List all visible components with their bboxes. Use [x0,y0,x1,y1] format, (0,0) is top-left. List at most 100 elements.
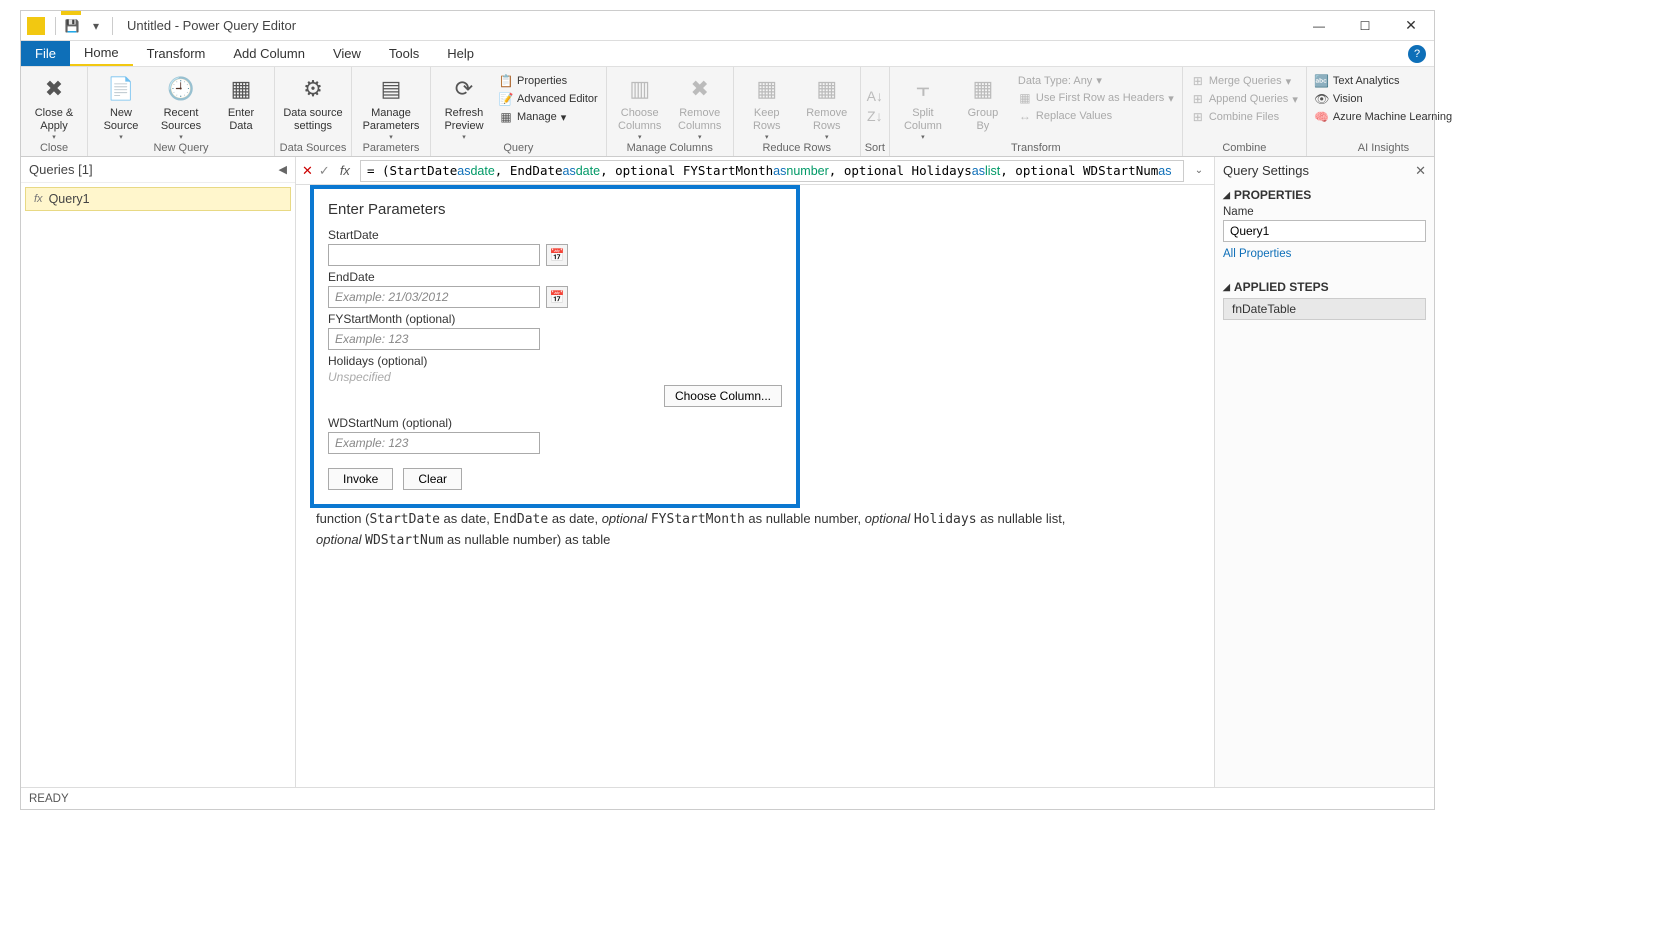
choose-columns-button[interactable]: ▥Choose Columns▾ [611,69,669,142]
remove-columns-icon: ✖ [684,73,716,105]
applied-step-item[interactable]: fnDateTable [1223,298,1426,320]
headers-icon: ▦ [1018,91,1032,105]
fx-icon[interactable]: fx [336,163,354,178]
data-source-settings-button[interactable]: ⚙Data source settings [279,69,347,132]
group-ai-label: AI Insights [1311,142,1456,156]
query-item[interactable]: fx Query1 [25,187,291,211]
tab-transform[interactable]: Transform [133,41,220,66]
collapse-properties-icon[interactable]: ◢ [1223,190,1230,201]
close-settings-icon[interactable]: ✕ [1415,163,1426,179]
startdate-input[interactable] [328,244,540,266]
group-by-icon: ▦ [967,73,999,105]
manage-parameters-button[interactable]: ▤Manage Parameters▾ [356,69,426,142]
maximize-button[interactable]: ☐ [1342,11,1388,41]
settings-title: Query Settings [1223,163,1426,178]
data-source-label: Data source settings [283,107,342,132]
keep-rows-button[interactable]: ▦Keep Rows▾ [738,69,796,142]
azure-ml-button[interactable]: 🧠Azure Machine Learning [1311,109,1456,125]
group-combine-label: Combine [1187,142,1302,156]
enddate-input[interactable] [328,286,540,308]
close-apply-button[interactable]: ✖ Close & Apply ▾ [25,69,83,142]
queries-header-label: Queries [1] [29,162,93,177]
enddate-picker-icon[interactable]: 📅 [546,286,568,308]
new-source-button[interactable]: 📄New Source▾ [92,69,150,142]
fystartmonth-input[interactable] [328,328,540,350]
wdstartnum-input[interactable] [328,432,540,454]
combine-files-button[interactable]: ⊞Combine Files [1187,109,1302,125]
choose-columns-label: Choose Columns [618,107,661,132]
ribbon: ✖ Close & Apply ▾ Close 📄New Source▾ 🕘Re… [21,67,1434,157]
close-button[interactable]: ✕ [1388,11,1434,41]
first-row-headers-button[interactable]: ▦Use First Row as Headers ▾ [1014,90,1178,106]
clear-button[interactable]: Clear [403,468,462,490]
tab-add-column[interactable]: Add Column [219,41,319,66]
recent-sources-label: Recent Sources [161,107,201,132]
manage-parameters-label: Manage Parameters [363,107,420,132]
refresh-preview-button[interactable]: ⟳Refresh Preview▾ [435,69,493,142]
group-query-label: Query [435,142,602,156]
formula-input[interactable]: = (StartDate as date, EndDate as date, o… [360,160,1184,182]
refresh-label: Refresh Preview [444,107,483,132]
azure-ml-icon: 🧠 [1315,110,1329,124]
enter-data-button[interactable]: ▦Enter Data [212,69,270,132]
invoke-button[interactable]: Invoke [328,468,393,490]
panel-title: Enter Parameters [328,201,782,218]
collapse-queries-icon[interactable]: ◀ [279,163,287,176]
minimize-button[interactable]: — [1296,11,1342,41]
sort-asc-icon[interactable]: A↓ [867,88,883,104]
help-icon[interactable]: ? [1408,45,1426,63]
tab-view[interactable]: View [319,41,375,66]
text-analytics-label: Text Analytics [1333,75,1400,87]
query-settings-pane: ✕ Query Settings ◢PROPERTIES Name All Pr… [1214,157,1434,787]
enter-parameters-panel: Enter Parameters StartDate 📅 EndDate 📅 F… [310,185,800,508]
qat-separator [55,17,56,35]
remove-rows-icon: ▦ [811,73,843,105]
cancel-formula-icon[interactable]: ✕ [302,163,313,179]
startdate-label: StartDate [328,228,782,242]
split-column-button[interactable]: ⫟Split Column▾ [894,69,952,142]
data-type-label: Data Type: Any [1018,75,1092,87]
collapse-steps-icon[interactable]: ◢ [1223,282,1230,293]
save-icon[interactable]: 💾 [64,18,80,34]
choose-column-button[interactable]: Choose Column... [664,385,782,407]
tab-home[interactable]: Home [70,41,133,66]
tab-tools[interactable]: Tools [375,41,433,66]
properties-button[interactable]: 📋Properties [495,73,602,89]
dropdown-icon[interactable]: ▾ [88,18,104,34]
replace-values-button[interactable]: ↔Replace Values [1014,108,1178,124]
remove-rows-button[interactable]: ▦Remove Rows▾ [798,69,856,142]
commit-formula-icon[interactable]: ✓ [319,163,330,179]
group-data-sources-label: Data Sources [279,142,347,156]
manage-button[interactable]: ▦Manage ▾ [495,109,602,125]
merge-label: Merge Queries [1209,75,1282,87]
name-label: Name [1223,206,1426,218]
fystartmonth-label: FYStartMonth (optional) [328,312,782,326]
startdate-picker-icon[interactable]: 📅 [546,244,568,266]
recent-sources-button[interactable]: 🕘Recent Sources▾ [152,69,210,142]
merge-queries-button[interactable]: ⊞Merge Queries ▾ [1187,73,1302,89]
advanced-editor-button[interactable]: 📝Advanced Editor [495,91,602,107]
vision-button[interactable]: 👁Vision [1311,91,1456,107]
data-type-button[interactable]: Data Type: Any ▾ [1014,73,1178,88]
manage-icon: ▦ [499,110,513,124]
text-analytics-icon: 🔤 [1315,74,1329,88]
close-apply-icon: ✖ [38,73,70,105]
append-queries-button[interactable]: ⊞Append Queries ▾ [1187,91,1302,107]
vision-icon: 👁 [1315,92,1329,106]
query-name-input[interactable] [1223,220,1426,242]
text-analytics-button[interactable]: 🔤 Text Analytics [1311,73,1456,89]
refresh-icon: ⟳ [448,73,480,105]
menu-bar: File Home Transform Add Column View Tool… [21,41,1434,67]
enter-data-label: Enter Data [228,107,254,132]
keep-rows-label: Keep Rows [753,107,781,132]
all-properties-link[interactable]: All Properties [1223,248,1291,260]
tab-help[interactable]: Help [433,41,488,66]
title-bar: 💾 ▾ Untitled - Power Query Editor — ☐ ✕ [21,11,1434,41]
expand-formula-icon[interactable]: ⌄ [1190,165,1208,176]
append-icon: ⊞ [1191,92,1205,106]
function-signature: function (StartDate as date, EndDate as … [316,509,1194,550]
remove-columns-button[interactable]: ✖Remove Columns▾ [671,69,729,142]
sort-desc-icon[interactable]: Z↓ [867,108,883,124]
group-by-button[interactable]: ▦Group By [954,69,1012,132]
tab-file[interactable]: File [21,41,70,66]
